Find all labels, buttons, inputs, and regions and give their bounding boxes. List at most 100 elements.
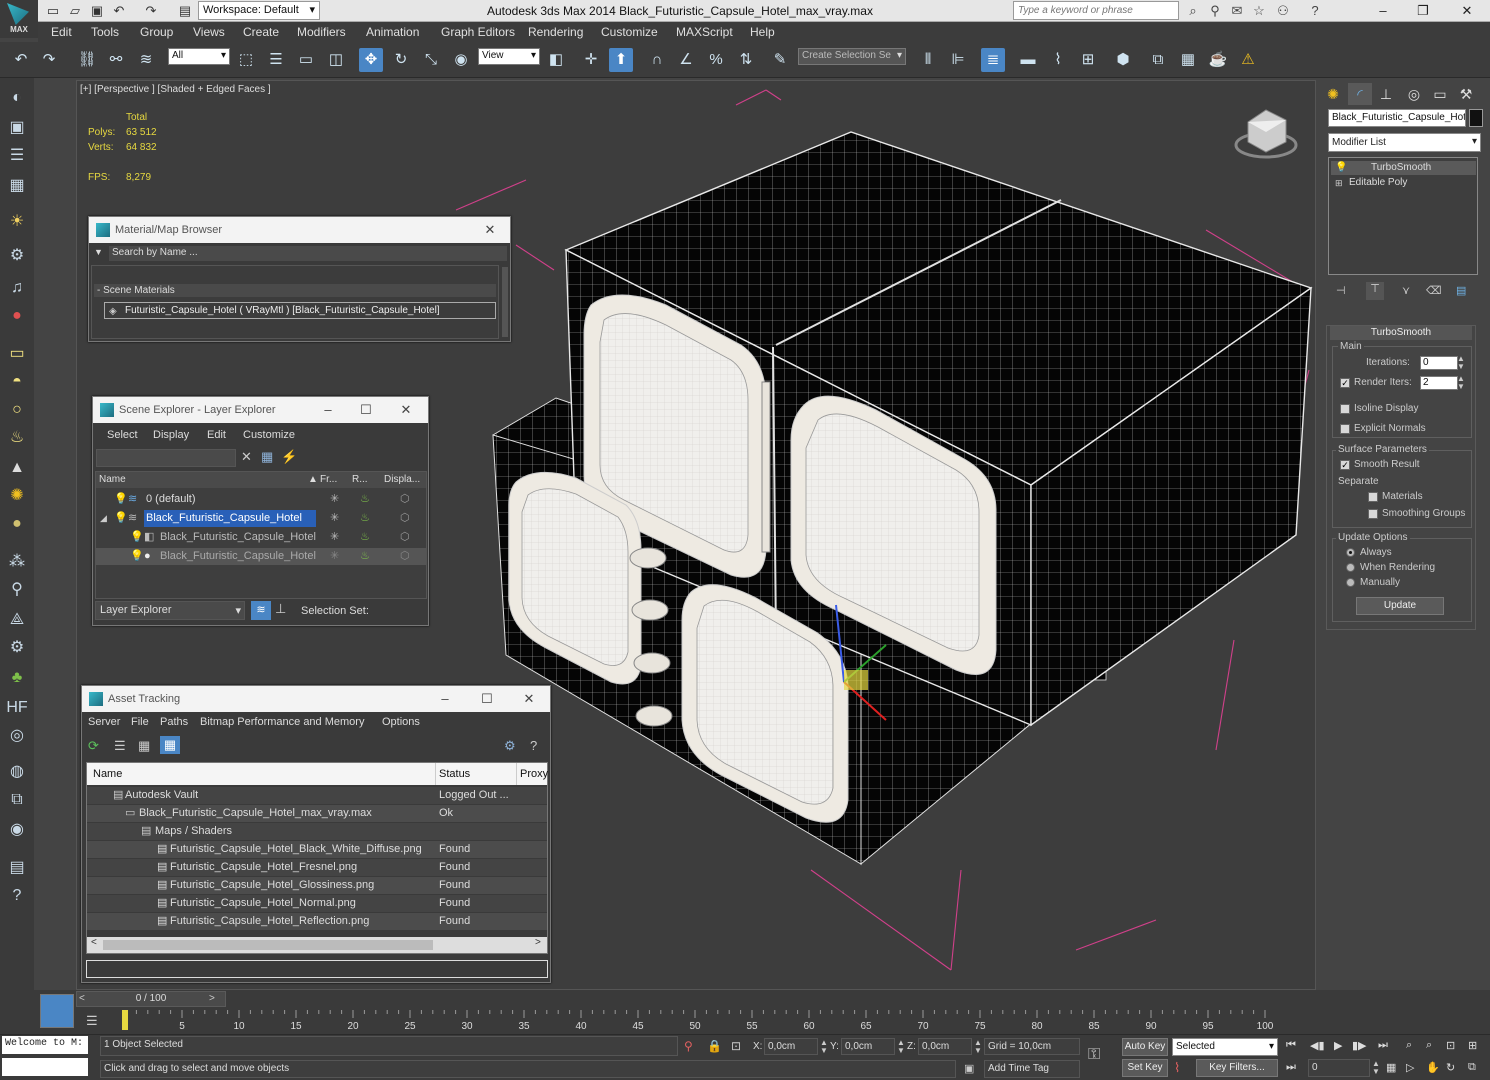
time-configuration-icon[interactable]: ▦ <box>1386 1061 1396 1074</box>
snaps-toggle-icon[interactable]: ∩ <box>645 48 669 72</box>
object-color-swatch[interactable] <box>1469 109 1483 127</box>
asset-path-field[interactable] <box>86 960 548 978</box>
display-box-icon[interactable]: ⬡ <box>400 548 410 565</box>
hierarchy-icon[interactable]: ⊥ <box>275 601 286 617</box>
select-and-scale-icon[interactable]: ⤡ <box>419 48 443 72</box>
go-to-start-icon[interactable]: ⏮ <box>1286 1039 1296 1052</box>
vault-status-icon[interactable]: ⚙ <box>504 738 516 754</box>
isolate-selection-icon[interactable]: ⚲ <box>684 1039 693 1053</box>
col-status[interactable]: Status <box>439 768 470 780</box>
scene-explorer-search-input[interactable] <box>96 449 236 467</box>
display-tab-icon[interactable]: ▭ <box>1428 83 1452 105</box>
select-and-place-icon[interactable]: ◉ <box>449 48 473 72</box>
remove-modifier-icon[interactable]: ⌫ <box>1426 284 1442 297</box>
make-unique-icon[interactable]: ⋎ <box>1402 284 1410 297</box>
object-row[interactable]: 💡 ◧ Black_Futuristic_Capsule_Hotel ✳ ♨ ⬡ <box>96 529 426 546</box>
col-name[interactable]: Name <box>99 474 126 485</box>
shell-icon[interactable]: ◎ <box>5 724 29 748</box>
object-row[interactable]: 💡 ● Black_Futuristic_Capsule_Hotel ✳ ♨ ⬡ <box>96 548 426 565</box>
keyboard-shortcut-override-icon[interactable]: ⬆ <box>609 48 633 72</box>
modify-tab-icon[interactable]: ◜ <box>1348 83 1372 105</box>
timeline-ruler[interactable]: 0510152025303540455055606570758085909510… <box>105 1010 1275 1032</box>
render-iters-spinner[interactable]: 2 <box>1420 376 1458 390</box>
teapot-icon[interactable]: ♨ <box>360 491 370 508</box>
maximize-icon[interactable]: ❐ <box>1408 1 1438 21</box>
angle-snap-icon[interactable]: ∠ <box>674 48 698 72</box>
maximize-icon[interactable]: ☐ <box>467 686 507 712</box>
close-icon[interactable]: ✕ <box>1452 1 1482 21</box>
layer-row[interactable]: ◢ 💡 ≋ Black_Futuristic_Capsule_Hotel ✳ ♨… <box>96 510 426 527</box>
expand-arrow-icon[interactable]: ◢ <box>100 510 107 527</box>
asset-row[interactable]: ▤ Futuristic_Capsule_Hotel_Glossiness.png… <box>87 877 547 894</box>
reference-coordinate-dropdown[interactable]: View ▾ <box>478 48 540 65</box>
align-icon[interactable]: ⊫ <box>946 48 970 72</box>
help-icon[interactable]: ? <box>530 738 537 753</box>
menu-graph-editors[interactable]: Graph Editors <box>441 25 515 39</box>
add-time-tag-button[interactable]: Add Time Tag <box>984 1060 1080 1078</box>
gear-icon[interactable]: ⚙ <box>5 636 29 660</box>
app-logo[interactable]: MAX <box>0 0 38 38</box>
absolute-mode-icon[interactable]: ⊡ <box>731 1039 741 1053</box>
explorer-type-dropdown[interactable]: Layer Explorer ▾ <box>95 601 245 620</box>
x-coordinate-field[interactable]: 0,0cm <box>764 1038 818 1055</box>
user-icon[interactable]: ⚇ <box>1274 2 1292 20</box>
current-frame-field[interactable]: 0 <box>1308 1059 1370 1077</box>
cone-icon[interactable]: ▲ <box>5 456 29 480</box>
menu-rendering[interactable]: Rendering <box>528 25 583 39</box>
favorites-icon[interactable]: ☆ <box>1250 2 1268 20</box>
create-tab-icon[interactable]: ✺ <box>1321 83 1345 105</box>
freeze-icon[interactable]: ✳ <box>330 548 339 565</box>
mirror-icon[interactable]: ⫴ <box>916 48 940 72</box>
table-view-icon[interactable]: ▦ <box>160 736 180 754</box>
particles-icon[interactable]: ⁂ <box>5 550 29 574</box>
redo-icon[interactable]: ↷ <box>142 2 160 20</box>
globe-icon[interactable]: ◍ <box>5 760 29 784</box>
next-frame-icon[interactable]: ▮▶ <box>1352 1039 1367 1052</box>
key-filters-button[interactable]: Key Filters... <box>1196 1059 1278 1077</box>
spinner-arrows-icon[interactable]: ▲ ▼ <box>974 1039 982 1055</box>
document-icon[interactable]: ▤ <box>5 856 29 880</box>
light-bulb-icon[interactable]: 💡 <box>114 491 128 508</box>
grid-icon[interactable]: ▦ <box>5 174 29 198</box>
render-setup-icon[interactable]: ⧉ <box>1146 48 1170 72</box>
menu-group[interactable]: Group <box>140 25 173 39</box>
materials-checkbox[interactable] <box>1368 492 1378 502</box>
close-icon[interactable]: ✕ <box>386 397 426 423</box>
layer-filter-icon[interactable]: ⚡ <box>281 449 297 465</box>
scene-explorer-titlebar[interactable]: Scene Explorer - Layer Explorer – ☐ ✕ <box>93 397 428 423</box>
object-name-field[interactable]: Black_Futuristic_Capsule_Hot <box>1328 109 1466 127</box>
scroll-left-icon[interactable]: < <box>91 937 97 948</box>
teapot-icon[interactable]: ● <box>5 304 29 328</box>
maximize-viewport-icon[interactable]: ⧉ <box>1468 1061 1476 1074</box>
smoothing-groups-checkbox[interactable] <box>1368 509 1378 519</box>
always-radio[interactable] <box>1346 548 1355 557</box>
freeze-icon[interactable]: ✳ <box>330 491 339 508</box>
pan-icon[interactable]: ✋ <box>1426 1061 1440 1074</box>
project-folder-icon[interactable]: ▤ <box>176 2 194 20</box>
menu-modifiers[interactable]: Modifiers <box>297 25 346 39</box>
edit-named-selection-icon[interactable]: ✎ <box>768 48 792 72</box>
teapot-icon[interactable]: ♨ <box>360 529 370 546</box>
smooth-result-checkbox[interactable]: ✓ <box>1340 460 1350 470</box>
schematic-view-icon[interactable]: ⊞ <box>1076 48 1100 72</box>
spinner-arrows-icon[interactable]: ▲ ▼ <box>897 1039 905 1055</box>
curve-editor-icon[interactable]: ⌇ <box>1046 48 1070 72</box>
hierarchy-tab-icon[interactable]: ⊥ <box>1374 83 1398 105</box>
light-bulb-icon[interactable]: ☀ <box>5 210 29 234</box>
motion-tab-icon[interactable]: ◎ <box>1402 83 1426 105</box>
undo-icon[interactable]: ↶ <box>110 2 128 20</box>
viewport-tool-icon[interactable]: ◐ <box>5 86 29 110</box>
z-coordinate-field[interactable]: 0,0cm <box>918 1038 972 1055</box>
utilities-tab-icon[interactable]: ⚒ <box>1454 83 1478 105</box>
help-circle-icon[interactable]: ? <box>5 884 29 908</box>
prev-frame-icon[interactable]: < <box>79 992 85 1006</box>
spinner-arrows-icon[interactable]: ▲ ▼ <box>1457 355 1465 371</box>
at-menu-file[interactable]: File <box>131 712 149 732</box>
workspace-dropdown[interactable]: Workspace: Default ▾ <box>198 1 320 20</box>
rectangular-selection-icon[interactable]: ▭ <box>294 48 318 72</box>
key-filter-curve-icon[interactable]: ⌇ <box>1174 1060 1180 1076</box>
auto-key-button[interactable]: Auto Key <box>1122 1038 1168 1056</box>
warning-icon[interactable]: ⚠ <box>1236 48 1260 72</box>
light-bulb-icon[interactable]: 💡 <box>114 510 128 527</box>
viewcube[interactable] <box>1234 109 1298 159</box>
